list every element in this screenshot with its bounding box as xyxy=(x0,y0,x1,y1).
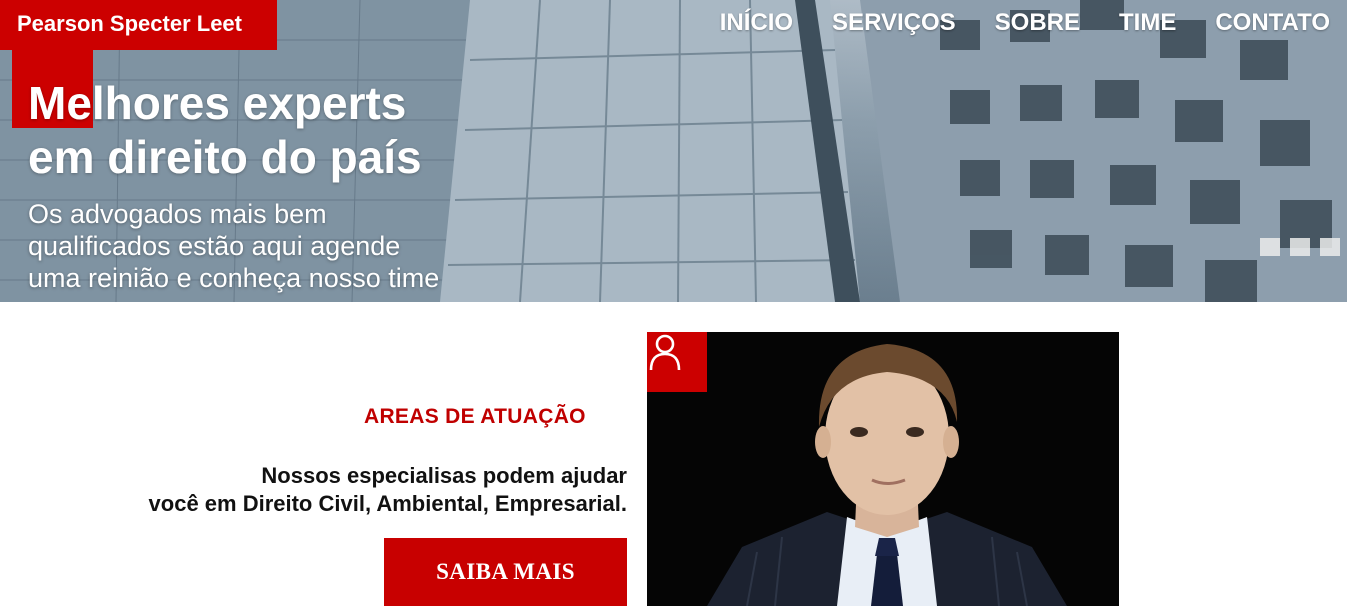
hero-title-line: em direito do país xyxy=(28,131,422,183)
nav-inicio[interactable]: INÍCIO xyxy=(720,8,793,38)
hero-banner: Pearson Specter Leet INÍCIO SERVIÇOS SOB… xyxy=(0,0,1347,302)
areas-description-line: você em Direito Civil, Ambiental, Empres… xyxy=(148,491,627,516)
nav-time[interactable]: TIME xyxy=(1119,8,1176,38)
carousel-dot-3[interactable] xyxy=(1320,238,1340,256)
main-navigation: INÍCIO SERVIÇOS SOBRE TIME CONTATO xyxy=(720,8,1330,38)
nav-sobre[interactable]: SOBRE xyxy=(995,8,1080,38)
hero-subtitle-line: qualificados estão aqui agende xyxy=(28,231,401,261)
hero-title-line: Melhores experts xyxy=(28,77,407,129)
areas-description-line: Nossos especialisas podem ajudar xyxy=(261,463,627,488)
hero-subtitle-line: uma reinião e conheça nosso time xyxy=(28,263,440,293)
saiba-mais-button[interactable]: SAIBA MAIS xyxy=(384,538,627,606)
carousel-dot-1[interactable] xyxy=(1260,238,1280,256)
user-icon xyxy=(649,334,681,371)
nav-contato[interactable]: CONTATO xyxy=(1215,8,1330,38)
areas-description: Nossos especialisas podem ajudar você em… xyxy=(80,462,627,518)
nav-servicos[interactable]: SERVIÇOS xyxy=(832,8,956,38)
brand-logo[interactable]: Pearson Specter Leet xyxy=(0,0,277,50)
lawyer-portrait-image xyxy=(707,344,1067,606)
carousel-indicators xyxy=(1260,238,1340,256)
user-badge xyxy=(647,332,707,392)
carousel-dot-2[interactable] xyxy=(1290,238,1310,256)
hero-subtitle-line: Os advogados mais bem xyxy=(28,199,327,229)
hero-subtitle: Os advogados mais bem qualificados estão… xyxy=(28,198,488,294)
hero-title: Melhores experts em direito do país xyxy=(28,76,488,184)
lawyer-photo xyxy=(647,332,1119,606)
areas-title: AREAS DE ATUAÇÃO xyxy=(364,405,586,428)
